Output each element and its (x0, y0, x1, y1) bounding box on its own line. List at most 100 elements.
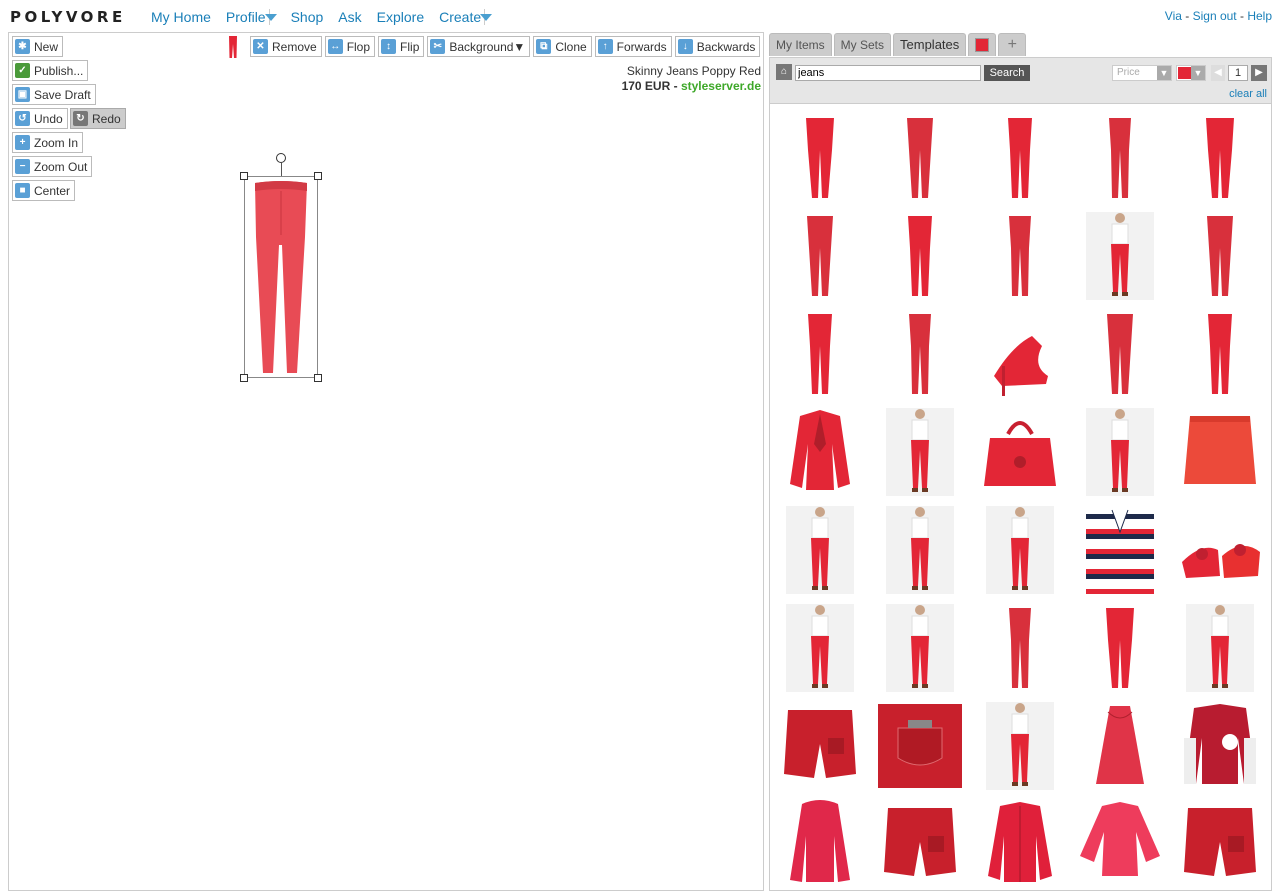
nav-my-home[interactable]: My Home (151, 9, 211, 25)
result-item-model-pants[interactable] (972, 502, 1068, 598)
sign-out-link[interactable]: Sign out (1193, 9, 1237, 23)
item-name: Skinny Jeans Poppy Red (626, 64, 761, 78)
via-link[interactable]: Via (1165, 9, 1182, 23)
forwards-button[interactable]: ↑ Forwards (594, 36, 672, 57)
result-item-striped-jacket[interactable] (1072, 502, 1168, 598)
undo-button[interactable]: ↺ Undo (12, 108, 68, 129)
result-item-pants[interactable] (1072, 306, 1168, 402)
resize-handle[interactable] (240, 172, 248, 180)
result-item-model-pants[interactable] (872, 404, 968, 500)
search-button[interactable]: Search (984, 65, 1030, 81)
result-item-pants[interactable] (1172, 110, 1268, 206)
model-pants-thumbnail (1086, 212, 1154, 300)
main-nav: My Home Profile Shop Ask Explore Create (151, 9, 506, 25)
result-item-model-pants[interactable] (872, 600, 968, 696)
search-input[interactable] (795, 65, 981, 81)
center-button[interactable]: ■ Center (12, 180, 76, 201)
rotate-handle[interactable] (276, 153, 286, 163)
result-item-sandals[interactable] (1172, 502, 1268, 598)
search-bar: ⌂ Search Price ▼ ▼ ◀ 1 ▶ clear all (769, 57, 1272, 104)
new-button[interactable]: ✱ New (12, 36, 64, 57)
result-item-pants[interactable] (872, 208, 968, 304)
new-label: New (34, 39, 59, 54)
nav-shop[interactable]: Shop (291, 9, 324, 25)
redo-button[interactable]: ↻ Redo (70, 108, 126, 129)
result-item-blazer[interactable] (772, 404, 868, 500)
tab-color[interactable] (968, 33, 997, 56)
result-item-pants[interactable] (972, 600, 1068, 696)
result-item-pants[interactable] (872, 110, 968, 206)
clone-button[interactable]: ⧉ Clone (533, 36, 592, 57)
result-item-pants[interactable] (972, 208, 1068, 304)
result-item-pants[interactable] (1072, 600, 1168, 696)
publish-button[interactable]: ✓ Publish... (12, 60, 89, 81)
scissors-icon: ✂ (430, 39, 446, 54)
resize-handle[interactable] (240, 374, 248, 382)
flip-button[interactable]: ↕ Flip (378, 36, 425, 57)
tab-templates[interactable]: Templates (893, 33, 967, 56)
result-item-shorts[interactable] (1172, 796, 1268, 890)
chevron-down-icon[interactable] (480, 13, 493, 21)
result-item-shorts[interactable] (772, 698, 868, 794)
nav-explore[interactable]: Explore (377, 9, 424, 25)
varsity-thumbnail (1184, 704, 1256, 784)
result-item-pants[interactable] (1172, 306, 1268, 402)
result-item-jacket[interactable] (972, 796, 1068, 890)
flip-icon: ↕ (381, 39, 397, 54)
resize-handle[interactable] (314, 172, 322, 180)
result-item-varsity[interactable] (1172, 698, 1268, 794)
result-item-blouse[interactable] (1072, 796, 1168, 890)
zoom-out-button[interactable]: − Zoom Out (12, 156, 93, 177)
chevron-down-icon[interactable] (264, 13, 277, 21)
result-item-hoodie[interactable] (772, 796, 868, 890)
result-item-heels[interactable] (972, 306, 1068, 402)
remove-button[interactable]: ✕ Remove (250, 36, 322, 57)
nav-profile[interactable]: Profile (226, 9, 266, 25)
clear-all-link[interactable]: clear all (1229, 88, 1267, 100)
nav-create[interactable]: Create (439, 9, 481, 25)
prev-page-button[interactable]: ◀ (1211, 65, 1225, 81)
result-item-pants[interactable] (872, 306, 968, 402)
tab-my-sets[interactable]: My Sets (833, 33, 892, 56)
store-link[interactable]: styleserver.de (681, 79, 761, 93)
result-item-pants[interactable] (772, 306, 868, 402)
result-item-model-pants[interactable] (972, 698, 1068, 794)
backwards-button[interactable]: ↓ Backwards (674, 36, 761, 57)
save-draft-button[interactable]: ▣ Save Draft (12, 84, 96, 105)
help-link[interactable]: Help (1247, 9, 1272, 23)
polyvore-logo[interactable]: POLYVORE (10, 8, 126, 26)
result-item-model-pants[interactable] (1072, 208, 1168, 304)
set-canvas[interactable]: ✱ New ✓ Publish... ▣ Save Draft ↺ Undo ↻ Redo + Zoo… (8, 32, 764, 891)
background-button[interactable]: ✂ Background ▼ (427, 36, 531, 57)
result-item-pants[interactable] (972, 110, 1068, 206)
result-item-model-pants[interactable] (1072, 404, 1168, 500)
result-item-model-pants[interactable] (772, 600, 868, 696)
canvas-item-jeans[interactable] (240, 172, 322, 382)
resize-handle[interactable] (314, 374, 322, 382)
flop-button[interactable]: ↔ Flop (324, 36, 376, 57)
home-icon[interactable]: ⌂ (776, 64, 792, 80)
chevron-down-icon: ▼ (513, 39, 526, 54)
result-item-pocket[interactable] (872, 698, 968, 794)
next-page-button[interactable]: ▶ (1251, 65, 1267, 81)
result-item-dress[interactable] (1072, 698, 1168, 794)
result-item-model-pants[interactable] (1172, 600, 1268, 696)
result-item-bag[interactable] (972, 404, 1068, 500)
result-item-model-pants[interactable] (772, 502, 868, 598)
add-tab-button[interactable]: + (998, 33, 1027, 56)
price-filter-label: Price (1117, 67, 1140, 78)
result-item-pants[interactable] (1072, 110, 1168, 206)
result-item-skirt[interactable] (1172, 404, 1268, 500)
result-item-model-pants[interactable] (872, 502, 968, 598)
price-filter[interactable]: Price ▼ (1112, 65, 1172, 81)
zoom-in-button[interactable]: + Zoom In (12, 132, 84, 153)
result-item-pants[interactable] (1172, 208, 1268, 304)
color-filter[interactable]: ▼ (1176, 65, 1206, 81)
result-item-pants[interactable] (772, 208, 868, 304)
nav-ask[interactable]: Ask (338, 9, 361, 25)
page-number[interactable]: 1 (1228, 65, 1248, 81)
shorts-thumbnail (1184, 808, 1256, 876)
tab-my-items[interactable]: My Items (769, 33, 832, 56)
result-item-pants[interactable] (772, 110, 868, 206)
result-item-shorts[interactable] (872, 796, 968, 890)
